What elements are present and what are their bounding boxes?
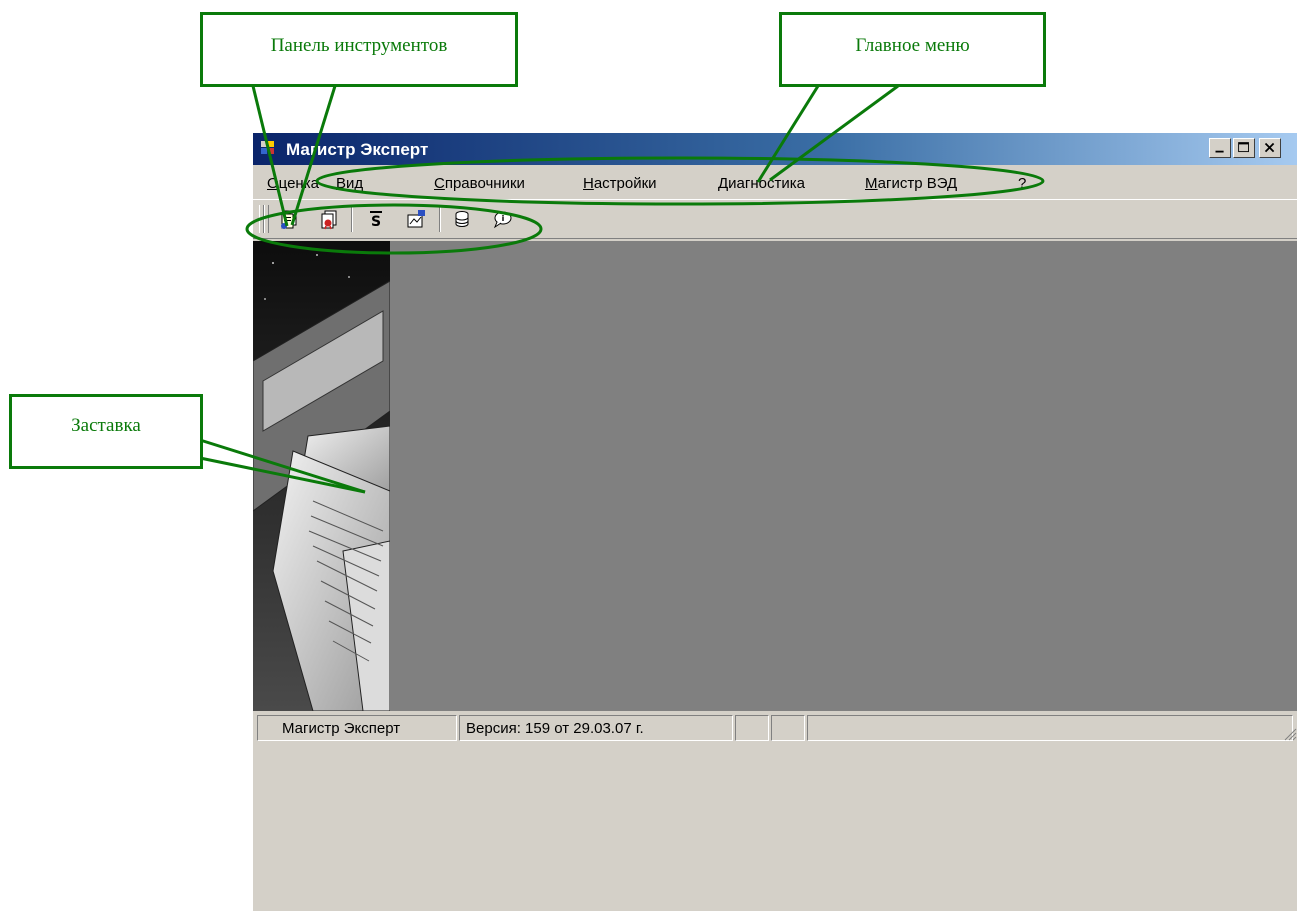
status-cell-empty xyxy=(735,715,769,741)
toolbar: S i xyxy=(253,199,1297,239)
callout-splash: Заставка xyxy=(9,394,203,469)
info-bubble-icon[interactable]: i xyxy=(491,208,513,230)
status-version: Версия: 159 от 29.03.07 г. xyxy=(459,715,733,741)
callout-toolbar-text: Панель инструментов xyxy=(270,35,448,56)
menu-nastroyki[interactable]: Настройки xyxy=(583,175,657,192)
minimize-button[interactable] xyxy=(1209,138,1231,158)
callout-toolbar: Панель инструментов xyxy=(200,12,518,87)
menu-help[interactable]: ? xyxy=(1018,175,1026,192)
database-icon[interactable] xyxy=(451,208,473,230)
menu-diagnostika[interactable]: Диагностика xyxy=(718,175,805,192)
app-icon xyxy=(261,141,274,154)
menu-vid[interactable]: Вид xyxy=(336,175,363,192)
svg-text:i: i xyxy=(502,214,505,223)
document-icon[interactable] xyxy=(279,208,301,230)
menu-magistr-ved[interactable]: Магистр ВЭД xyxy=(865,175,957,192)
status-app-name: Магистр Эксперт xyxy=(257,715,457,741)
status-cell-empty xyxy=(807,715,1293,741)
main-content xyxy=(253,241,1297,711)
document-seal-icon[interactable] xyxy=(319,208,341,230)
status-cell-empty xyxy=(771,715,805,741)
app-window: Магистр Эксперт Оценка Вид Справочники Н… xyxy=(253,133,1297,911)
callout-main-menu-text: Главное меню xyxy=(855,35,970,56)
mdi-workspace[interactable] xyxy=(390,241,1297,711)
toolbar-separator xyxy=(351,206,353,232)
maximize-icon xyxy=(1238,142,1249,153)
menu-ocenka[interactable]: Оценка xyxy=(267,175,319,192)
minimize-icon xyxy=(1215,150,1224,153)
maximize-button[interactable] xyxy=(1233,138,1255,158)
menu-spravochniki[interactable]: Справочники xyxy=(434,175,525,192)
toolbar-separator xyxy=(439,206,441,232)
title-bar[interactable]: Магистр Эксперт xyxy=(253,133,1297,165)
svg-text:S: S xyxy=(371,214,381,230)
close-icon xyxy=(1264,142,1275,153)
splash-image xyxy=(253,241,390,711)
sum-icon[interactable]: S xyxy=(365,208,387,230)
chart-icon[interactable] xyxy=(405,208,427,230)
window-title: Магистр Эксперт xyxy=(286,140,429,159)
callout-main-menu: Главное меню xyxy=(779,12,1046,87)
resize-grip-icon[interactable] xyxy=(1283,727,1297,741)
toolbar-grip[interactable] xyxy=(264,205,269,233)
close-button[interactable] xyxy=(1259,138,1281,158)
main-menu: Оценка Вид Справочники Настройки Диагнос… xyxy=(253,167,1297,197)
status-bar: Магистр Эксперт Версия: 159 от 29.03.07 … xyxy=(253,711,1297,911)
callout-splash-text: Заставка xyxy=(71,415,141,436)
